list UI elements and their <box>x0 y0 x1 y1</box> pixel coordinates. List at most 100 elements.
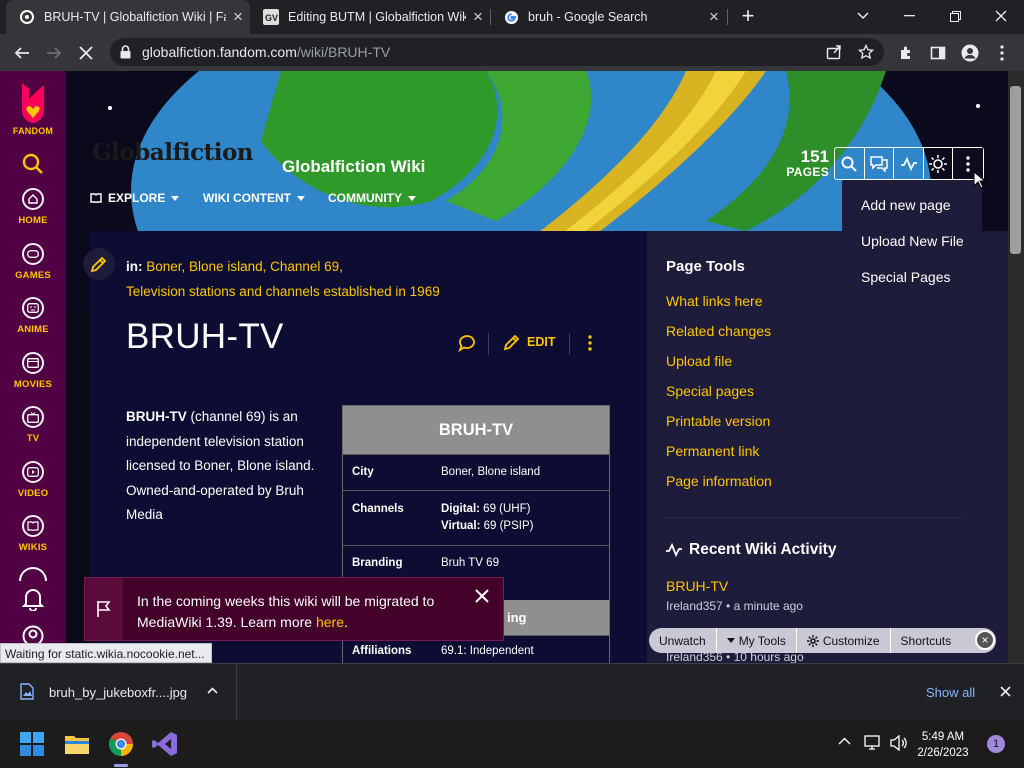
rail-item-tv[interactable]: TV <box>0 406 66 444</box>
stop-loading-icon[interactable] <box>74 41 98 65</box>
file-explorer-icon[interactable] <box>64 733 90 755</box>
lock-icon[interactable] <box>120 45 131 59</box>
share-icon[interactable] <box>826 44 842 60</box>
close-toolbar-icon[interactable]: × <box>975 630 995 650</box>
rail-search[interactable] <box>0 153 66 175</box>
side-panel-icon[interactable] <box>926 41 950 65</box>
fandom-logo[interactable]: FANDOM <box>0 81 66 136</box>
download-item[interactable]: bruh_by_jukeboxfr....jpg <box>0 664 237 721</box>
rail-item-wikis[interactable]: WIKIS <box>0 515 66 553</box>
tab-search-icon[interactable] <box>850 4 876 28</box>
category-links[interactable]: Boner, Blone island, Channel 69, <box>146 259 343 274</box>
nav-explore[interactable]: EXPLORE <box>90 191 180 205</box>
chrome-icon[interactable] <box>108 731 134 757</box>
scrollbar-thumb[interactable] <box>1010 86 1021 254</box>
rail-item-label: HOME <box>18 215 48 226</box>
infobox-value: Digital: 69 (UHF) <box>441 503 530 515</box>
explore-icon <box>90 193 102 203</box>
digital-label: Digital: <box>441 503 480 515</box>
rail-item-games[interactable]: GAMES <box>0 243 66 281</box>
tool-link-upload-file[interactable]: Upload file <box>666 353 732 369</box>
browser-menu-icon[interactable] <box>990 41 1014 65</box>
book-icon <box>22 515 44 537</box>
network-icon[interactable] <box>864 735 882 751</box>
toast-learn-more-link[interactable]: here <box>316 614 344 630</box>
tab-bruh-tv[interactable]: BRUH-TV | Globalfiction Wiki | Fa × <box>6 0 250 34</box>
visual-studio-icon[interactable] <box>152 731 178 757</box>
nav-community[interactable]: COMMUNITY <box>328 191 416 205</box>
recent-activity-meta: Ireland357 • a minute ago <box>666 599 803 613</box>
rail-item-label: GAMES <box>15 270 51 281</box>
globalfiction-favicon-icon: GV <box>263 9 279 25</box>
rail-item-video[interactable]: VIDEO <box>0 461 66 499</box>
profile-avatar-icon[interactable] <box>958 41 982 65</box>
tool-link-related-changes[interactable]: Related changes <box>666 323 771 339</box>
rail-item-home[interactable]: HOME <box>0 188 66 226</box>
close-toast-icon[interactable] <box>475 589 493 607</box>
notification-badge[interactable]: 1 <box>987 735 1005 753</box>
shortcuts-button[interactable]: Shortcuts <box>891 628 962 653</box>
show-all-downloads-link[interactable]: Show all <box>926 685 975 700</box>
restore-icon[interactable] <box>942 4 968 28</box>
url-text: globalfiction.fandom.com/wiki/BRUH-TV <box>142 44 390 60</box>
minimize-icon[interactable] <box>896 4 922 28</box>
rail-item-movies[interactable]: MOVIES <box>0 352 66 390</box>
edit-button[interactable]: EDIT <box>503 333 555 351</box>
close-download-shelf-icon[interactable] <box>1000 686 1011 697</box>
menu-item-special-pages[interactable]: Special Pages <box>861 269 951 285</box>
tool-link-page-information[interactable]: Page information <box>666 473 772 489</box>
menu-item-upload-new-file[interactable]: Upload New File <box>861 233 964 249</box>
edit-categories-button[interactable] <box>83 248 115 280</box>
close-tab-icon[interactable]: × <box>226 7 250 27</box>
windows-start-icon[interactable] <box>20 732 44 756</box>
category-link-established-1969[interactable]: Television stations and channels establi… <box>126 284 440 299</box>
tool-link-special-pages[interactable]: Special pages <box>666 383 754 399</box>
unwatch-button[interactable]: Unwatch <box>649 628 717 653</box>
customize-button[interactable]: Customize <box>797 628 891 653</box>
unwatch-label: Unwatch <box>659 633 706 648</box>
page-title: BRUH-TV <box>126 317 284 356</box>
tv-icon <box>22 406 44 428</box>
discussions-button[interactable] <box>865 148 895 179</box>
tool-link-what-links-here[interactable]: What links here <box>666 293 762 309</box>
tool-link-printable-version[interactable]: Printable version <box>666 413 770 429</box>
back-icon[interactable] <box>10 41 34 65</box>
volume-icon[interactable] <box>890 735 908 751</box>
system-clock[interactable]: 5:49 AM 2/26/2023 <box>911 729 975 761</box>
page-tools-heading: Page Tools <box>666 258 745 275</box>
page-actions-more-icon[interactable] <box>588 335 592 351</box>
tool-link-permanent-link[interactable]: Permanent link <box>666 443 759 459</box>
address-bar[interactable]: globalfiction.fandom.com/wiki/BRUH-TV <box>110 38 884 66</box>
forward-icon[interactable] <box>42 41 66 65</box>
close-window-icon[interactable] <box>988 4 1014 28</box>
article-intro: BRUH-TV (channel 69) is an independent t… <box>126 405 332 528</box>
bookmark-star-icon[interactable] <box>858 44 874 60</box>
menu-item-add-new-page[interactable]: Add new page <box>861 197 951 213</box>
chevron-down-icon <box>171 195 180 201</box>
tab-editing-butm[interactable]: GV Editing BUTM | Globalfiction Wiki × <box>250 0 490 34</box>
tab-google-search[interactable]: bruh - Google Search × <box>490 0 726 34</box>
comment-icon[interactable] <box>458 334 476 352</box>
intro-bold-title: BRUH-TV <box>126 409 187 424</box>
wiki-wordmark[interactable]: Globalfiction <box>92 139 254 166</box>
close-tab-icon[interactable]: × <box>702 7 726 27</box>
infobox-value: Boner, Blone island <box>441 466 541 478</box>
extensions-icon[interactable] <box>894 41 918 65</box>
my-tools-label: My Tools <box>738 633 786 648</box>
tab-title: bruh - Google Search <box>528 10 648 24</box>
chevron-up-icon[interactable] <box>838 737 851 745</box>
chevron-up-icon[interactable] <box>207 687 218 694</box>
recent-activity-link[interactable]: BRUH-TV <box>666 578 728 594</box>
close-tab-icon[interactable]: × <box>466 7 490 27</box>
wiki-site-name[interactable]: Globalfiction Wiki <box>282 157 425 177</box>
recent-activity-button[interactable] <box>894 148 924 179</box>
rail-item-anime[interactable]: ANIME <box>0 297 66 335</box>
nav-wiki-content[interactable]: WIKI CONTENT <box>203 191 305 205</box>
notifications-bell-icon[interactable] <box>22 587 44 611</box>
theme-toggle-button[interactable] <box>924 148 954 179</box>
search-icon <box>22 153 43 174</box>
new-tab-button[interactable]: + <box>737 5 759 28</box>
url-path: /wiki/BRUH-TV <box>296 44 391 60</box>
wiki-search-button[interactable] <box>835 148 865 179</box>
my-tools-button[interactable]: My Tools <box>717 628 797 653</box>
